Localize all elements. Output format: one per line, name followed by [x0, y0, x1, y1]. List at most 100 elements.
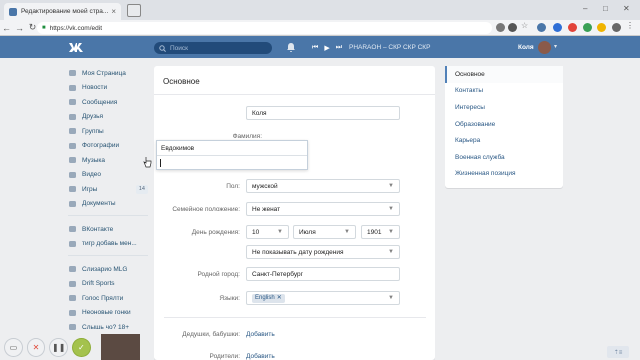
title-divider [154, 94, 435, 95]
sidebar-item-music[interactable]: Музыка [68, 153, 148, 168]
add-grandparents-link[interactable]: Добавить [246, 331, 275, 338]
birthday-day-select[interactable]: 10 ▼ [246, 225, 289, 239]
sidebar-item-label: ВКонтакте [82, 225, 114, 233]
sidebar-item-friends[interactable]: Друзья [68, 110, 148, 125]
tab-military[interactable]: Военная служба [445, 149, 563, 166]
hometown-label: Родной город: [197, 271, 241, 278]
finish-recording-icon[interactable]: ✓ [72, 337, 91, 357]
message-icon [68, 98, 76, 106]
language-chip-label: English [255, 294, 275, 301]
languages-field[interactable]: English ✕ ▼ [246, 291, 400, 305]
record-extension-icon[interactable] [568, 23, 577, 32]
browser-tab[interactable]: Редактирование моей стра... × [4, 3, 121, 20]
gender-select[interactable]: мужской ▼ [246, 179, 400, 193]
news-icon [68, 84, 76, 92]
friends-icon [68, 113, 76, 121]
sidebar-item-news[interactable]: Новости [68, 81, 148, 96]
autocomplete-option[interactable]: Евдокимов [157, 141, 307, 155]
current-track[interactable]: PHARAOH – СКР СКР СКР [349, 44, 430, 51]
vk-logo-icon[interactable] [68, 42, 86, 53]
tab-contacts[interactable]: Контакты [445, 83, 563, 100]
edit-profile-panel: Основное Имя: Коля Фамилия: Пол: мужской… [154, 66, 435, 360]
tab-career[interactable]: Карьера [445, 132, 563, 149]
sidebar-item-label: Музыка [82, 156, 105, 164]
add-parents-link[interactable]: Добавить [246, 353, 275, 360]
key-icon[interactable] [508, 23, 517, 32]
vk-favicon-icon [9, 7, 17, 16]
sidebar-divider [68, 255, 148, 256]
green-extension-icon[interactable] [583, 23, 592, 32]
sidebar-item-messages[interactable]: Сообщения [68, 95, 148, 110]
tab-basic[interactable]: Основное [445, 66, 563, 83]
avatar[interactable] [538, 41, 551, 54]
community-icon [68, 240, 76, 248]
audio-player: ⏮ ▶ ⏭ [312, 44, 342, 52]
pause-icon[interactable]: ❚❚ [49, 337, 69, 357]
remove-chip-icon[interactable]: ✕ [277, 294, 282, 303]
last-name-field[interactable] [157, 155, 307, 170]
sidebar-item-label: Неоновые гонки [82, 309, 131, 317]
app-icon [68, 309, 76, 317]
sidebar-item-groups[interactable]: Группы [68, 124, 148, 139]
section-divider [164, 317, 426, 318]
tab-interests[interactable]: Интересы [445, 99, 563, 116]
chevron-down-icon: ▼ [388, 206, 394, 212]
scroll-to-top-button[interactable]: ⇡≡ [607, 346, 629, 358]
sidebar-item-tiger[interactable]: тигр добавь мен... [68, 237, 148, 252]
recorder-toolbar: ▭ ✕ ❚❚ ✓ [0, 334, 141, 360]
tab-education[interactable]: Образование [445, 116, 563, 133]
marital-select[interactable]: Не женат ▼ [246, 202, 400, 216]
address-bar[interactable]: ■ https://vk.com/edit [37, 22, 492, 34]
page-title: Основное [163, 77, 200, 86]
birthday-year-select[interactable]: 1901 ▼ [361, 225, 400, 239]
next-track-icon[interactable]: ⏭ [336, 44, 342, 52]
new-tab-button[interactable] [127, 4, 141, 17]
chevron-down-icon[interactable]: ▾ [554, 43, 557, 50]
web-extension-icon[interactable] [553, 23, 562, 32]
url-text: https://vk.com/edit [49, 24, 103, 32]
chevron-down-icon: ▼ [344, 229, 350, 235]
search-input[interactable]: Поиск [154, 42, 272, 54]
vk-extension-icon[interactable] [537, 23, 546, 32]
sidebar-item-label: Игры [82, 185, 98, 193]
grandparents-label: Дедушки, бабушки: [182, 331, 240, 338]
user-name[interactable]: Коля [518, 44, 534, 51]
birthday-month-select[interactable]: Июля ▼ [293, 225, 356, 239]
app-icon [68, 265, 76, 273]
sidebar-item-photos[interactable]: Фотографии [68, 139, 148, 154]
bookmark-star-icon[interactable]: ☆ [521, 21, 530, 30]
extension-icon[interactable] [496, 23, 505, 32]
back-icon[interactable]: ← [0, 23, 13, 33]
tab-life-position[interactable]: Жизненная позиция [445, 166, 563, 183]
birthday-visibility-select[interactable]: Не показывать дату рождения ▼ [246, 245, 400, 259]
sidebar-item-label: Фотографии [82, 142, 120, 150]
maximize-icon[interactable]: □ [603, 4, 608, 13]
previous-track-icon[interactable]: ⏮ [312, 44, 318, 52]
cancel-recording-icon[interactable]: ✕ [26, 337, 46, 357]
app-icon [68, 323, 76, 331]
parents-label: Родители: [209, 353, 240, 360]
marital-value: Не женат [252, 205, 281, 213]
window-close-icon[interactable]: ✕ [623, 4, 630, 13]
sidebar-item-label: Новости [82, 84, 108, 92]
hometown-value: Санкт-Петербург [252, 270, 303, 278]
forward-icon[interactable]: → [13, 23, 26, 33]
minimize-icon[interactable]: – [583, 4, 587, 13]
first-name-field[interactable]: Коля [246, 106, 400, 120]
webcam-toggle-icon[interactable]: ▭ [4, 337, 23, 357]
chevron-down-icon: ▼ [277, 229, 283, 235]
hometown-field[interactable]: Санкт-Петербург [246, 267, 400, 281]
last-name-autocomplete: Евдокимов [156, 140, 308, 170]
sidebar-item-label: Группы [82, 127, 104, 135]
birthday-day-value: 10 [252, 228, 260, 236]
menu-icon[interactable]: ⋮ [626, 21, 635, 30]
profile-icon[interactable] [612, 23, 621, 32]
sidebar-item-video[interactable]: Видео [68, 168, 148, 183]
sidebar-item-app[interactable]: Неоновые гонки [68, 306, 148, 321]
bell-icon[interactable] [287, 42, 295, 52]
sidebar-item-app[interactable]: Drift Sports [68, 277, 148, 292]
tab-close-icon[interactable]: × [111, 7, 116, 16]
yellow-extension-icon[interactable] [597, 23, 606, 32]
sidebar-item-my-page[interactable]: Моя Страница [68, 66, 148, 81]
play-icon[interactable]: ▶ [324, 44, 329, 52]
